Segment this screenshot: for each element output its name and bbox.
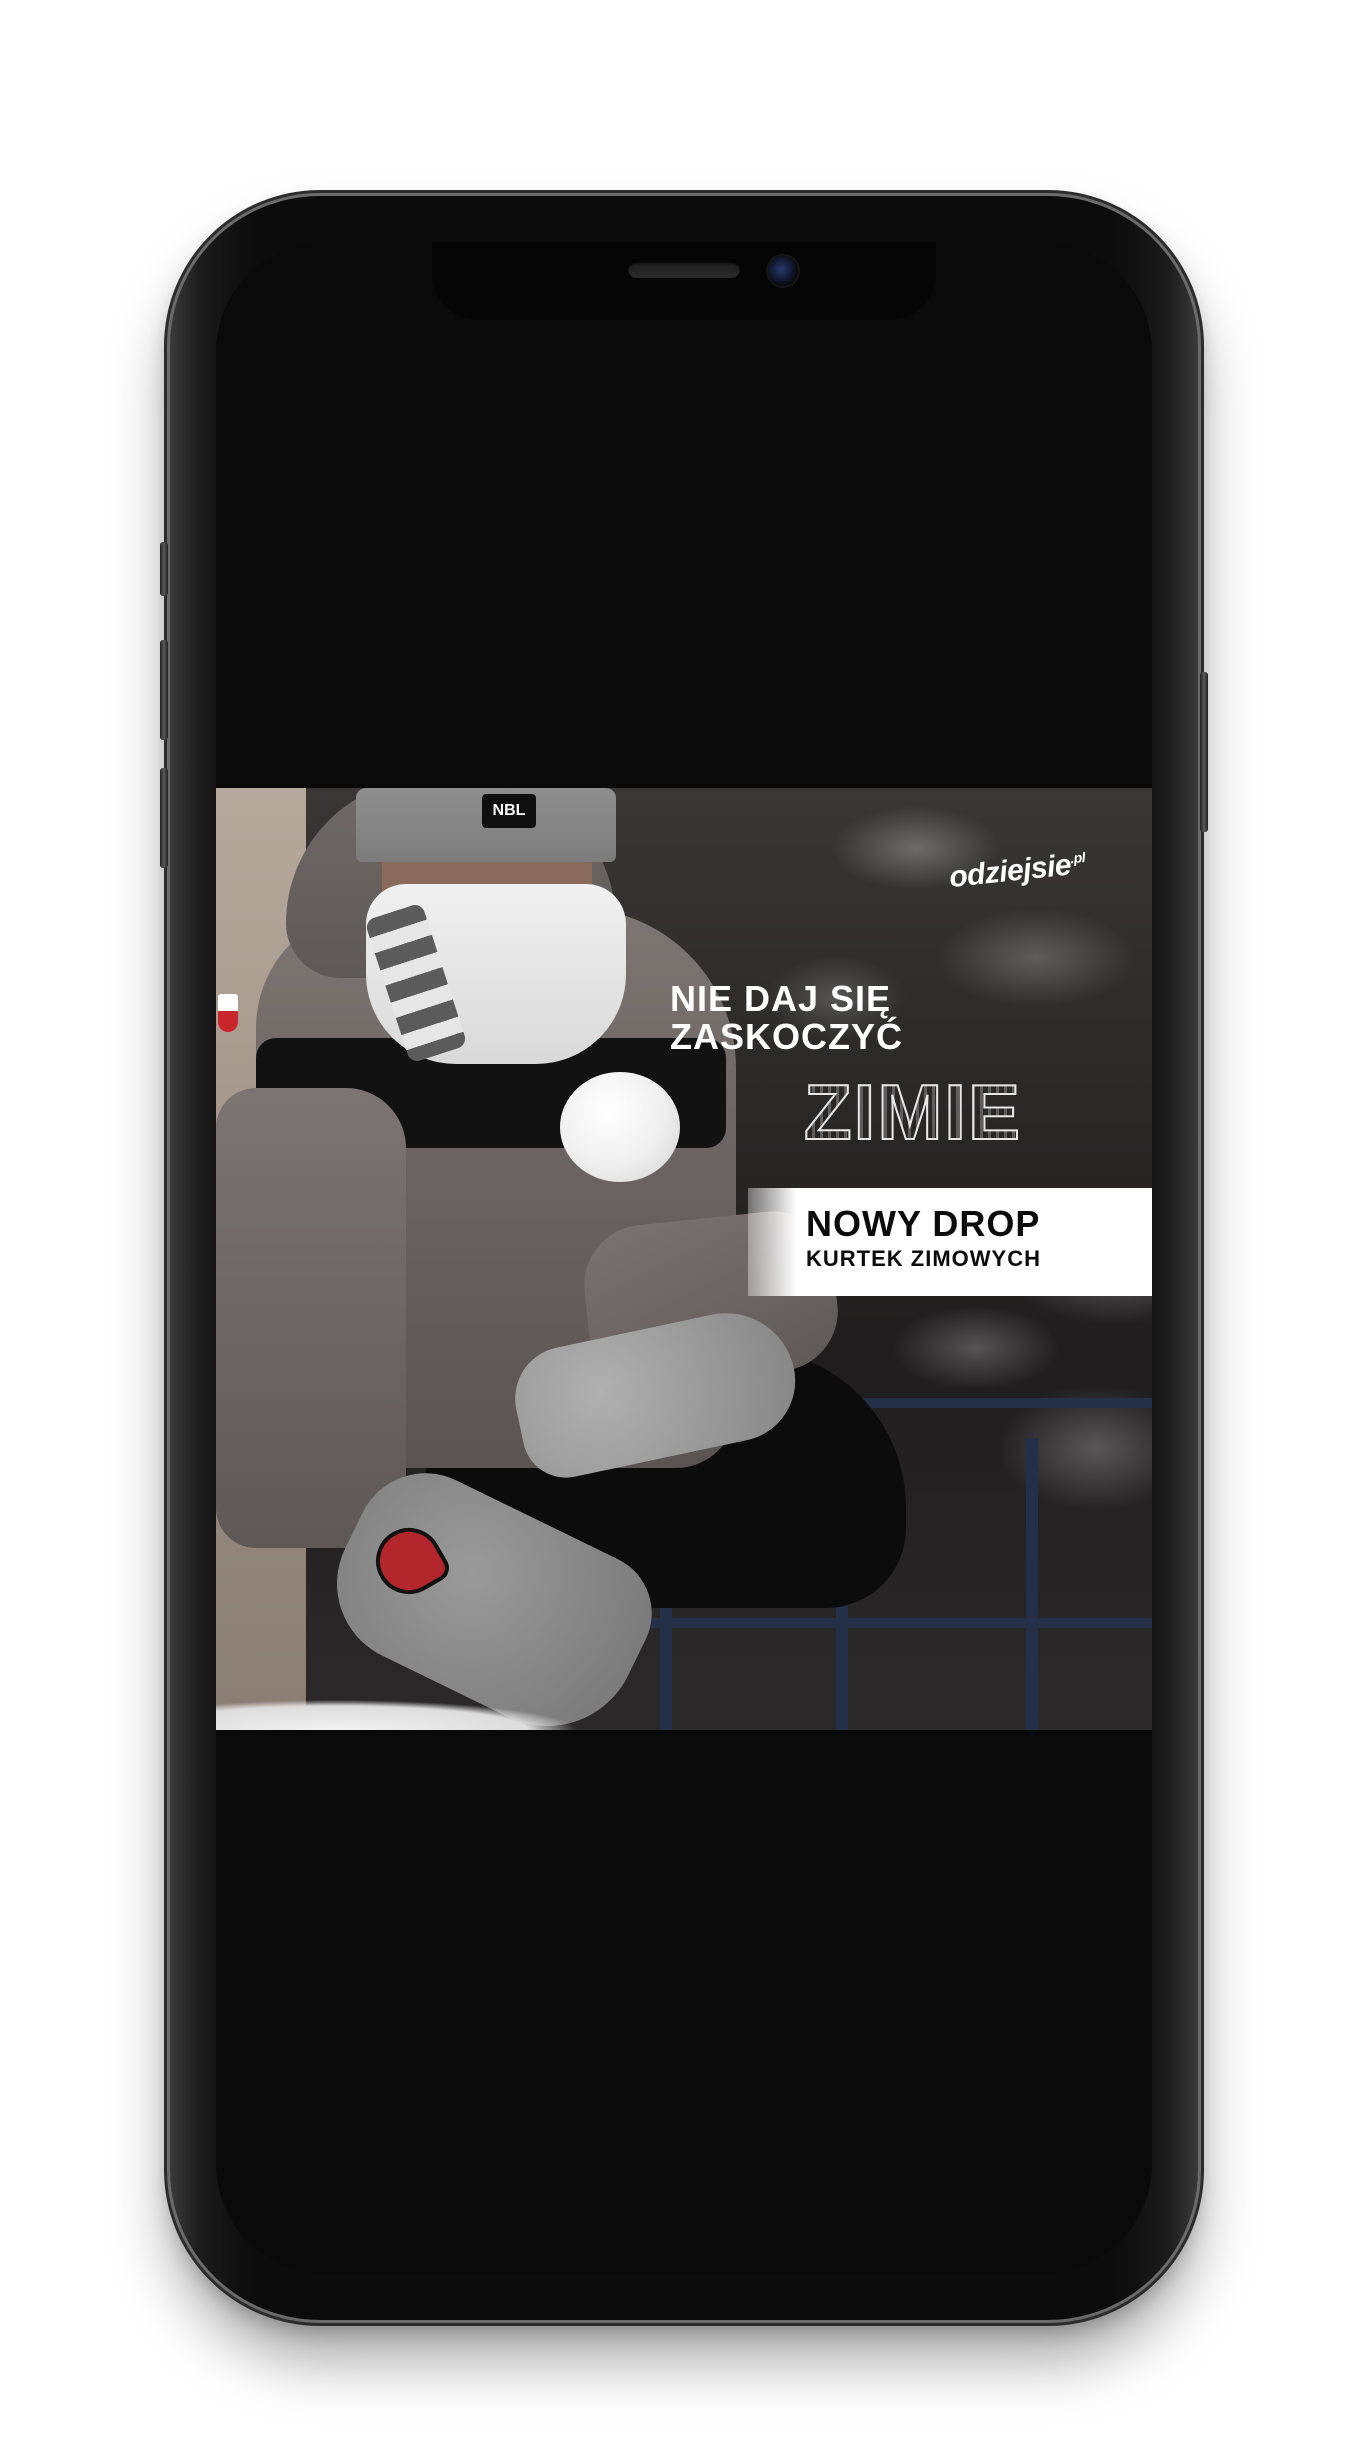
drop-subtitle: KURTEK ZIMOWYCH	[806, 1246, 1041, 1271]
new-drop-banner[interactable]: NOWY DROP KURTEK ZIMOWYCH	[748, 1188, 1152, 1296]
beanie-tag: NBL	[482, 794, 536, 828]
sleeve-badge-icon	[218, 994, 238, 1032]
headline: NIE DAJ SIĘ ZASKOCZYĆ	[670, 980, 1090, 1056]
left-arm	[216, 1088, 406, 1548]
snowball	[560, 1072, 680, 1182]
brand-logo-suffix: .pl	[1069, 848, 1086, 867]
snow-ground	[216, 1684, 816, 1730]
notch	[432, 242, 936, 320]
power-button	[1200, 672, 1208, 832]
ad-banner[interactable]: NBL odziejsie.pl NIE DAJ SIĘ ZASKOCZYĆ Z…	[216, 788, 1152, 1730]
headline-line-2: ZASKOCZYĆ	[670, 1016, 903, 1057]
earpiece-speaker-icon	[628, 262, 740, 278]
volume-down-button	[160, 768, 168, 868]
brand-logo-text: odziejsie	[947, 848, 1073, 895]
fence-rail	[616, 1618, 1152, 1628]
silent-switch	[160, 542, 168, 596]
headline-big-word: ZIMIE	[803, 1071, 1090, 1153]
headline-line-1: NIE DAJ SIĘ	[670, 978, 892, 1019]
brand-logo[interactable]: odziejsie.pl	[948, 847, 1088, 895]
mockup-stage: NBL odziejsie.pl NIE DAJ SIĘ ZASKOCZYĆ Z…	[0, 0, 1372, 2452]
front-camera-icon	[768, 256, 798, 286]
phone-frame: NBL odziejsie.pl NIE DAJ SIĘ ZASKOCZYĆ Z…	[160, 196, 1208, 2320]
fence-post	[1026, 1438, 1038, 1730]
phone-screen: NBL odziejsie.pl NIE DAJ SIĘ ZASKOCZYĆ Z…	[216, 242, 1152, 2274]
drop-title: NOWY DROP	[806, 1203, 1041, 1244]
volume-up-button	[160, 640, 168, 740]
